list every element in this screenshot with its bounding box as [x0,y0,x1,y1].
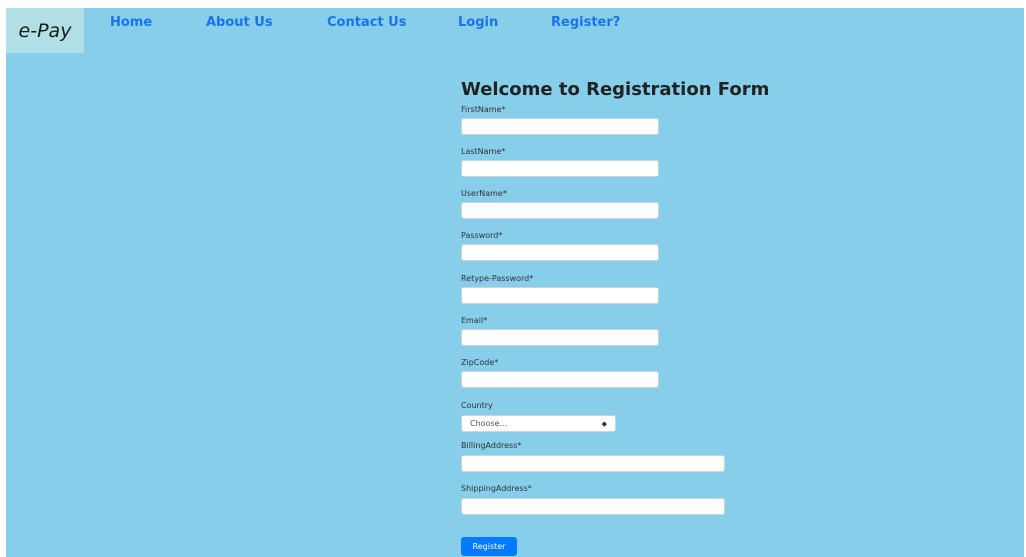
password-label: Password* [461,231,503,240]
zipcode-label: ZipCode* [461,358,499,367]
firstname-label: FirstName* [461,105,506,114]
nav-home-link[interactable]: Home [110,15,152,30]
country-select[interactable]: Choose... ◆ [461,415,616,432]
shipping-address-input[interactable] [461,498,725,515]
retype-password-label: Retype-Password* [461,274,534,283]
country-selected-value: Choose... [470,419,508,428]
nav-login-link[interactable]: Login [458,15,498,30]
brand-logo[interactable]: e-Pay [6,8,84,53]
lastname-input[interactable] [461,160,659,177]
select-caret-icon: ◆ [601,419,607,428]
nav-register-link[interactable]: Register? [551,15,620,30]
register-button[interactable]: Register [461,537,517,556]
email-input[interactable] [461,329,659,346]
zipcode-input[interactable] [461,371,659,388]
billing-address-input[interactable] [461,455,725,472]
shipping-address-label: ShippingAddress* [461,484,532,493]
username-label: UserName* [461,189,507,198]
lastname-label: LastName* [461,147,506,156]
billing-address-label: BillingAddress* [461,441,522,450]
retype-password-input[interactable] [461,287,659,304]
nav-about-link[interactable]: About Us [206,15,273,30]
email-label: Email* [461,316,488,325]
page-background: e-Pay Home About Us Contact Us Login Reg… [6,8,1024,557]
firstname-input[interactable] [461,118,659,135]
username-input[interactable] [461,202,659,219]
password-input[interactable] [461,244,659,261]
country-label: Country [461,401,493,410]
nav-contact-link[interactable]: Contact Us [327,15,406,30]
form-title: Welcome to Registration Form [461,79,770,100]
